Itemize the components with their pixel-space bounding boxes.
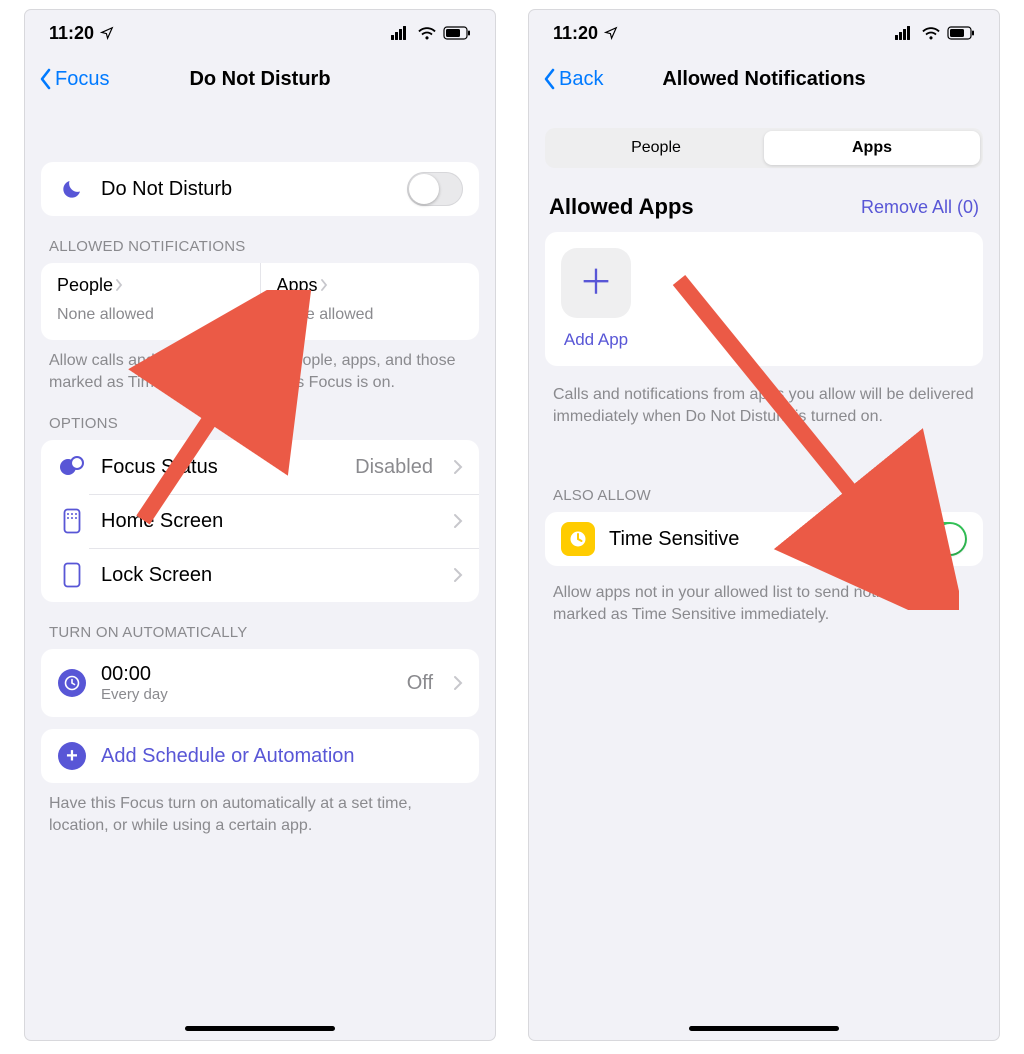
dnd-label: Do Not Disturb bbox=[101, 178, 232, 201]
allowed-notifications-header: ALLOWED NOTIFICATIONS bbox=[41, 216, 479, 263]
add-schedule-row[interactable]: + Add Schedule or Automation bbox=[41, 729, 479, 783]
add-app-card: ＋ Add App bbox=[545, 232, 983, 366]
wifi-icon bbox=[417, 26, 437, 40]
also-allow-header: ALSO ALLOW bbox=[545, 427, 983, 512]
schedule-row[interactable]: 00:00 Every day Off bbox=[41, 649, 479, 717]
moon-icon bbox=[57, 177, 87, 201]
home-screen-icon bbox=[57, 508, 87, 534]
allowed-notifications-card: People None allowed Apps None allowed bbox=[41, 263, 479, 340]
schedule-state: Off bbox=[407, 672, 433, 695]
focus-status-value: Disabled bbox=[355, 456, 433, 479]
people-sub: None allowed bbox=[57, 306, 244, 324]
page-title: Allowed Notifications bbox=[529, 68, 999, 91]
options-card: Focus Status Disabled Home Screen Lock S… bbox=[41, 440, 479, 602]
chevron-right-icon bbox=[453, 513, 463, 529]
auto-footer: Have this Focus turn on automatically at… bbox=[41, 783, 479, 836]
home-screen-row[interactable]: Home Screen bbox=[41, 494, 479, 548]
schedule-time: 00:00 bbox=[101, 663, 168, 686]
dnd-card: Do Not Disturb bbox=[41, 162, 479, 216]
home-screen-label: Home Screen bbox=[101, 510, 223, 533]
home-indicator[interactable] bbox=[689, 1026, 839, 1031]
plus-icon: + bbox=[57, 742, 87, 770]
add-schedule-label: Add Schedule or Automation bbox=[101, 745, 355, 768]
dnd-toggle[interactable] bbox=[407, 172, 463, 206]
segment-people[interactable]: People bbox=[548, 131, 764, 165]
schedule-card: 00:00 Every day Off bbox=[41, 649, 479, 717]
allowed-footer: Allow calls and notifications from peopl… bbox=[41, 340, 479, 393]
add-app-button[interactable]: ＋ bbox=[561, 248, 631, 318]
allowed-apps[interactable]: Apps None allowed bbox=[260, 263, 480, 340]
remove-all-button[interactable]: Remove All (0) bbox=[861, 197, 979, 218]
focus-status-label: Focus Status bbox=[101, 456, 218, 479]
lock-screen-row[interactable]: Lock Screen bbox=[41, 548, 479, 602]
auto-header: TURN ON AUTOMATICALLY bbox=[41, 602, 479, 649]
allowed-people[interactable]: People None allowed bbox=[41, 263, 260, 340]
time-sensitive-icon bbox=[561, 522, 595, 556]
battery-icon bbox=[443, 26, 471, 40]
status-bar: 11:20 bbox=[529, 10, 999, 56]
add-app-label: Add App bbox=[564, 330, 628, 350]
allowed-apps-title: Allowed Apps bbox=[549, 194, 694, 220]
time-sensitive-label: Time Sensitive bbox=[609, 528, 739, 551]
chevron-right-icon bbox=[453, 675, 463, 691]
time-sensitive-footer: Allow apps not in your allowed list to s… bbox=[545, 566, 983, 625]
chevron-right-icon bbox=[453, 459, 463, 475]
segment-apps[interactable]: Apps bbox=[764, 131, 980, 165]
add-schedule-card: + Add Schedule or Automation bbox=[41, 729, 479, 783]
status-bar: 11:20 bbox=[25, 10, 495, 56]
plus-icon: ＋ bbox=[579, 266, 613, 300]
apps-footer: Calls and notifications from apps you al… bbox=[545, 366, 983, 427]
chevron-right-icon bbox=[453, 567, 463, 583]
segmented-control: People Apps bbox=[545, 128, 983, 168]
phone-left: 11:20 Focus Do Not Disturb Do Not Distur… bbox=[25, 10, 495, 1040]
chevron-right-icon bbox=[320, 275, 328, 296]
nav-header: Focus Do Not Disturb bbox=[25, 56, 495, 102]
focus-status-row[interactable]: Focus Status Disabled bbox=[41, 440, 479, 494]
wifi-icon bbox=[921, 26, 941, 40]
clock-icon bbox=[57, 669, 87, 697]
phone-right: 11:20 Back Allowed Notifications People … bbox=[529, 10, 999, 1040]
location-icon bbox=[604, 26, 618, 40]
page-title: Do Not Disturb bbox=[25, 68, 495, 91]
status-time: 11:20 bbox=[553, 23, 598, 44]
status-time: 11:20 bbox=[49, 23, 94, 44]
battery-icon bbox=[947, 26, 975, 40]
cellular-icon bbox=[391, 26, 411, 40]
time-sensitive-card: Time Sensitive bbox=[545, 512, 983, 566]
lock-screen-label: Lock Screen bbox=[101, 564, 212, 587]
home-indicator[interactable] bbox=[185, 1026, 335, 1031]
dnd-toggle-row: Do Not Disturb bbox=[41, 162, 479, 216]
apps-label: Apps bbox=[277, 275, 318, 296]
chevron-right-icon bbox=[115, 275, 123, 296]
time-sensitive-toggle[interactable] bbox=[911, 522, 967, 556]
lock-screen-icon bbox=[57, 562, 87, 588]
apps-sub: None allowed bbox=[277, 306, 464, 324]
nav-header: Back Allowed Notifications bbox=[529, 56, 999, 102]
time-sensitive-row: Time Sensitive bbox=[545, 512, 983, 566]
options-header: OPTIONS bbox=[41, 393, 479, 440]
location-icon bbox=[100, 26, 114, 40]
schedule-repeat: Every day bbox=[101, 686, 168, 703]
cellular-icon bbox=[895, 26, 915, 40]
people-label: People bbox=[57, 275, 113, 296]
focus-status-icon bbox=[57, 454, 87, 480]
